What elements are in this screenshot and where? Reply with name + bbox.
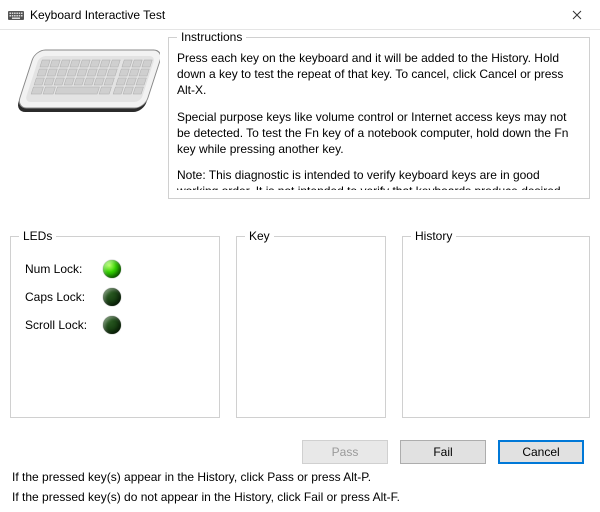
footer-line-pass: If the pressed key(s) appear in the Hist… bbox=[10, 470, 590, 484]
keyboard-image bbox=[10, 30, 160, 131]
window-title: Keyboard Interactive Test bbox=[30, 8, 165, 22]
button-row: Pass Fail Cancel bbox=[10, 440, 590, 464]
title-bar: Keyboard Interactive Test bbox=[0, 0, 600, 30]
led-row-scrolllock: Scroll Lock: bbox=[23, 311, 207, 339]
close-button[interactable] bbox=[554, 0, 600, 30]
history-list[interactable] bbox=[411, 249, 581, 409]
instructions-legend: Instructions bbox=[177, 30, 246, 44]
instructions-scroll[interactable]: Press each key on the keyboard and it wi… bbox=[177, 50, 581, 190]
instructions-p1: Press each key on the keyboard and it wi… bbox=[177, 50, 575, 99]
led-label: Num Lock: bbox=[23, 262, 103, 276]
instructions-group: Instructions Press each key on the keybo… bbox=[168, 30, 590, 199]
led-label: Scroll Lock: bbox=[23, 318, 103, 332]
keyboard-app-icon bbox=[8, 9, 24, 21]
history-group: History bbox=[402, 229, 590, 418]
fail-button[interactable]: Fail bbox=[400, 440, 486, 464]
leds-legend: LEDs bbox=[19, 229, 56, 243]
key-group: Key bbox=[236, 229, 386, 418]
led-row-numlock: Num Lock: bbox=[23, 255, 207, 283]
footer-line-fail: If the pressed key(s) do not appear in t… bbox=[10, 490, 590, 504]
pass-button[interactable]: Pass bbox=[302, 440, 388, 464]
led-indicator-numlock bbox=[103, 260, 121, 278]
led-label: Caps Lock: bbox=[23, 290, 103, 304]
cancel-button[interactable]: Cancel bbox=[498, 440, 584, 464]
key-display bbox=[245, 249, 377, 409]
led-row-capslock: Caps Lock: bbox=[23, 283, 207, 311]
history-legend: History bbox=[411, 229, 456, 243]
led-indicator-scrolllock bbox=[103, 316, 121, 334]
instructions-p2: Special purpose keys like volume control… bbox=[177, 109, 575, 158]
led-indicator-capslock bbox=[103, 288, 121, 306]
instructions-p3: Note: This diagnostic is intended to ver… bbox=[177, 167, 575, 190]
key-legend: Key bbox=[245, 229, 274, 243]
leds-group: LEDs Num Lock: Caps Lock: Scroll Lock: bbox=[10, 229, 220, 418]
